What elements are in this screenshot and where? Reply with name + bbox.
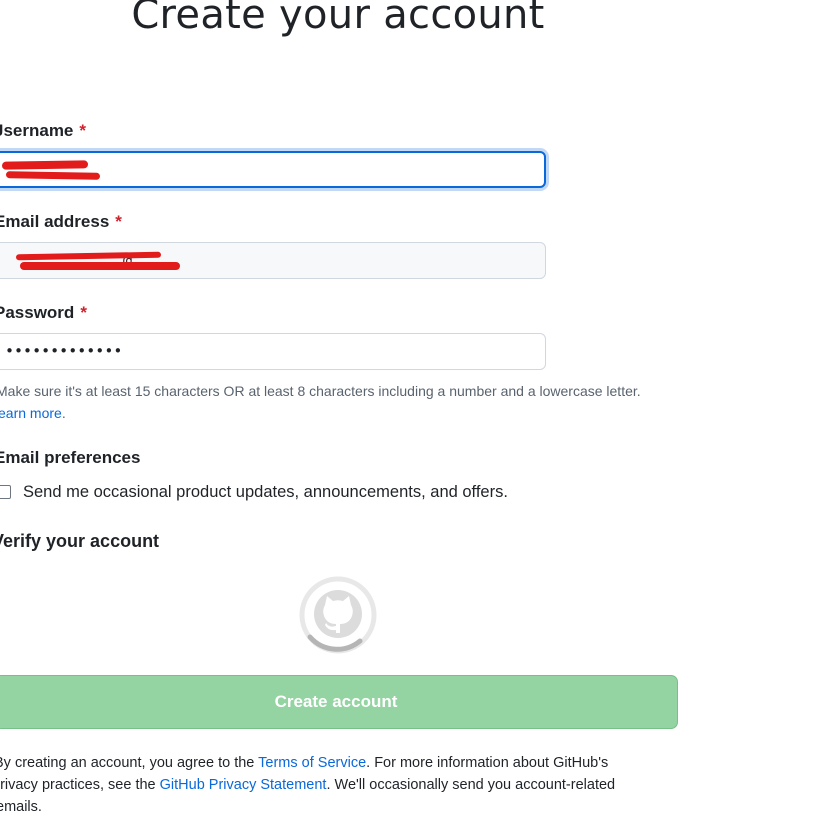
required-asterisk: *	[79, 121, 87, 140]
username-label-text: Jsername	[0, 121, 74, 140]
page-title: Create your account	[131, 0, 545, 38]
redaction-mark	[20, 262, 180, 270]
password-value: •••••••••••••	[5, 342, 123, 360]
legal-line-1: By creating an account, you agree to the…	[0, 752, 714, 774]
legal-prefix: By creating an account, you agree to the	[0, 755, 255, 771]
learn-more-link[interactable]: earn more	[0, 405, 62, 421]
loading-ring-icon	[299, 576, 377, 654]
username-input[interactable]	[0, 151, 546, 188]
password-input[interactable]: •••••••••••••	[0, 333, 546, 370]
email-preferences-checkbox[interactable]	[0, 485, 11, 499]
email-label-text: Email address	[0, 212, 110, 231]
password-label: Password *	[0, 303, 87, 323]
legal-line2-suffix: . We'll occasionally send you account-re…	[326, 777, 616, 793]
password-hint: Make sure it's at least 15 characters OR…	[0, 383, 641, 399]
legal-line-2: privacy practices, see the GitHub Privac…	[0, 774, 712, 796]
required-asterisk: *	[80, 303, 87, 322]
redaction-mark	[1, 160, 89, 170]
verify-loading-spinner	[298, 575, 378, 655]
learn-more-suffix: .	[61, 405, 66, 421]
legal-middle: . For more information about GitHub's	[366, 755, 609, 771]
email-preferences-checkbox-label[interactable]: Send me occasional product updates, anno…	[23, 483, 508, 502]
terms-of-service-link[interactable]: Terms of Service	[258, 755, 366, 771]
privacy-statement-link[interactable]: GitHub Privacy Statement	[160, 777, 327, 793]
legal-line-3: emails.	[0, 799, 42, 815]
create-account-button[interactable]: Create account	[0, 675, 678, 729]
required-asterisk: *	[115, 212, 122, 231]
legal-line2-prefix: privacy practices, see the	[0, 777, 156, 793]
username-label: Jsername *	[0, 121, 86, 141]
email-preferences-heading: Email preferences	[0, 448, 141, 467]
email-input[interactable]: @	[0, 242, 546, 279]
learn-more-line: earn more.	[0, 405, 66, 421]
password-label-text: Password	[0, 303, 75, 322]
verify-heading: Verify your account	[0, 531, 160, 551]
email-label: Email address *	[0, 212, 122, 232]
